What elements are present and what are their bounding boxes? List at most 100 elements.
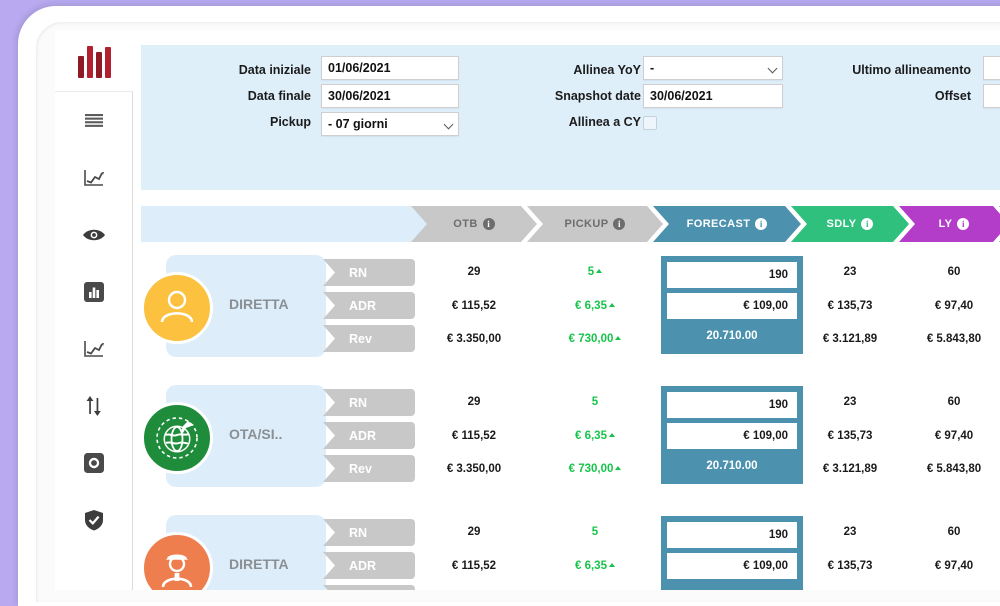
cell-otb-rn: 29	[467, 266, 481, 278]
column-chevron-label: SDLY	[826, 218, 857, 230]
forecast-box: 190 € 109,00 20.710.00	[661, 256, 803, 354]
forecast-adr-input[interactable]: € 109,00	[667, 293, 797, 319]
cell-pickup-rn: 5	[591, 526, 599, 538]
pickup-select-value: - 07 giorni	[328, 117, 388, 131]
sidebar-item-sort-updown[interactable]	[55, 377, 133, 434]
ultimo-allineamento-input[interactable]	[983, 56, 1000, 80]
cell-pickup-adr: € 6,35	[527, 560, 663, 572]
cell-ly-adr: € 97,40	[934, 430, 974, 442]
sidebar-item-bar-chart-square[interactable]	[55, 263, 133, 320]
sidebar-item-shield-check[interactable]	[55, 491, 133, 548]
metric-tag-adr[interactable]: ADR	[323, 422, 415, 449]
forecast-box: 190 € 109,00 20.710.00	[661, 516, 803, 590]
forecast-rev-value: 20.710.00	[706, 460, 758, 472]
info-icon[interactable]: i	[613, 218, 625, 230]
metric-tag-adr[interactable]: ADR	[323, 292, 415, 319]
forecast-rn-input[interactable]: 190	[667, 522, 797, 548]
cell-otb-adr: € 115,52	[451, 300, 497, 312]
sidebar-item-line-chart-2[interactable]	[55, 320, 133, 377]
bar-chart-logo-icon	[77, 44, 111, 78]
column-chevron-ly[interactable]: LY i	[899, 206, 1000, 242]
data-row: OTA/SI.. RN ADR Rev 29 € 115,52 € 3.350,00 5 € 6…	[141, 380, 1000, 492]
cell-sdly-rev: € 3.121,89	[822, 463, 878, 475]
row-name-label: DIRETTA	[229, 296, 289, 312]
info-icon[interactable]: i	[755, 218, 767, 230]
data-finale-label: Data finale	[247, 89, 311, 103]
column-chevron-label: LY	[938, 218, 953, 230]
cell-sdly-rev: € 3.121,89	[822, 333, 878, 345]
cell-sdly-adr: € 135,73	[827, 300, 873, 312]
column-chevron-otb[interactable]: OTB i	[411, 206, 537, 242]
forecast-rev-value: 20.710.00	[667, 584, 797, 590]
cell-otb-rn: 29	[467, 396, 481, 408]
cell-otb-rev: € 3.350,00	[446, 463, 502, 475]
metric-tag-rn[interactable]: RN	[323, 519, 415, 546]
info-icon[interactable]: i	[957, 218, 969, 230]
cell-sdly-rn: 23	[843, 396, 857, 408]
globe-travel-icon[interactable]	[141, 402, 213, 474]
snapshot-date-input[interactable]: 30/06/2021	[643, 84, 783, 108]
allinea-cy-label: Allinea a CY	[568, 115, 641, 129]
offset-input[interactable]	[983, 84, 1000, 108]
person-icon[interactable]	[141, 272, 213, 344]
sidebar-item-eye[interactable]	[55, 206, 133, 263]
metric-tag-rev[interactable]: Rev	[323, 585, 415, 590]
forecast-adr-input[interactable]: € 109,00	[667, 423, 797, 449]
forecast-adr-input[interactable]: € 109,00	[667, 553, 797, 579]
cell-pickup-rev: € 730,00	[527, 463, 663, 475]
metric-tag-rn[interactable]: RN	[323, 389, 415, 416]
chevron-down-icon	[443, 119, 454, 130]
cell-ly-adr: € 97,40	[934, 560, 974, 572]
data-row: DIRETTARNADRRev29€ 115,52€ 3.350,005€ 6,…	[141, 510, 1000, 590]
chevron-down-icon-2	[767, 63, 778, 74]
forecast-rn-input[interactable]: 190	[667, 392, 797, 418]
sort-updown-icon	[84, 395, 104, 417]
arrow-up-icon	[615, 466, 622, 470]
camera-square-icon	[84, 452, 104, 473]
column-chevron-sdly[interactable]: SDLY i	[791, 206, 909, 242]
pickup-label: Pickup	[270, 115, 311, 129]
metric-tag-rn[interactable]: RN	[323, 259, 415, 286]
arrow-up-icon	[608, 563, 615, 567]
allinea-yoy-select-value: -	[650, 61, 655, 75]
sidebar	[55, 30, 133, 590]
metric-tag-adr[interactable]: ADR	[323, 552, 415, 579]
column-chevron-pickup[interactable]: PICKUP i	[527, 206, 663, 242]
arrow-up-icon	[608, 303, 615, 307]
sidebar-item-camera-square[interactable]	[55, 434, 133, 491]
cell-pickup-rn: 5	[527, 266, 663, 278]
cell-pickup-adr: € 6,35	[527, 430, 663, 442]
allinea-yoy-select[interactable]: -	[643, 56, 783, 80]
column-chevron-label: FORECAST	[686, 218, 751, 230]
allinea-cy-checkbox[interactable]	[643, 116, 657, 130]
sidebar-item-line-chart[interactable]	[55, 149, 133, 206]
arrow-up-icon	[615, 336, 622, 340]
cell-otb-adr: € 115,52	[451, 430, 497, 442]
info-icon[interactable]: i	[483, 218, 495, 230]
bar-chart-logo[interactable]	[55, 30, 133, 92]
data-row: DIRETTARNADRRev29€ 115,52€ 3.350,005€ 6,…	[141, 250, 1000, 362]
offset-label: Offset	[934, 89, 971, 103]
metric-tag-rev[interactable]: Rev	[323, 455, 415, 482]
filter-panel: Data iniziale Data finale Pickup 01/06/2…	[141, 45, 1000, 190]
column-chevron-label: PICKUP	[564, 218, 609, 230]
row-name-label: OTA/SI..	[229, 426, 283, 442]
column-chevron-forecast[interactable]: FORECAST i	[653, 206, 801, 242]
cell-pickup-adr: € 6,35	[527, 300, 663, 312]
pickup-select[interactable]: - 07 giorni	[321, 112, 459, 136]
cell-ly-rev: € 5.843,80	[926, 463, 982, 475]
data-iniziale-input[interactable]: 01/06/2021	[321, 56, 459, 80]
arrow-up-icon	[608, 433, 615, 437]
cell-sdly-rn: 23	[843, 526, 857, 538]
forecast-rn-input[interactable]: 190	[667, 262, 797, 288]
info-icon[interactable]: i	[861, 218, 873, 230]
forecast-rev-value: 20.710.00	[706, 330, 758, 342]
snapshot-date-label: Snapshot date	[554, 89, 641, 103]
column-header-row: OTB i PICKUP i FORECAST i SDLY i LY i	[141, 206, 1000, 242]
metric-tag-rev[interactable]: Rev	[323, 325, 415, 352]
column-chevron-label: OTB	[453, 218, 478, 230]
cell-otb-rn: 29	[467, 526, 481, 538]
data-finale-input[interactable]: 30/06/2021	[321, 84, 459, 108]
sidebar-item-hamburger-menu[interactable]	[55, 92, 133, 149]
ultimo-allineamento-label: Ultimo allineamento	[852, 63, 971, 77]
